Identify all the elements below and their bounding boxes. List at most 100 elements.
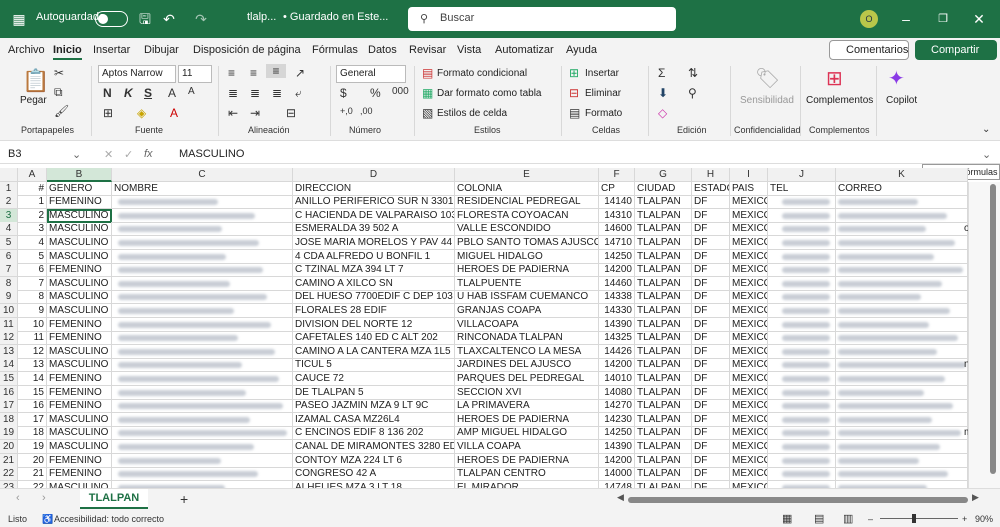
row-number-cell[interactable]: 5 <box>18 249 47 264</box>
name-cell-redacted[interactable] <box>112 304 293 318</box>
state-cell[interactable]: DF <box>692 276 730 291</box>
address-cell[interactable]: CAUCE 72 <box>293 372 455 386</box>
merge-icon[interactable]: ⊟ <box>286 106 296 120</box>
colonia-cell[interactable]: TLALPUENTE <box>455 276 599 291</box>
country-cell[interactable]: MEXICO <box>730 263 768 278</box>
email-cell-redacted[interactable] <box>836 344 968 359</box>
complements-icon[interactable]: ⊞ <box>826 66 843 91</box>
cp-cell[interactable]: 14230 <box>599 412 635 427</box>
colonia-cell[interactable]: HEROES DE PADIERNA <box>455 453 599 468</box>
indent-decrease-icon[interactable]: ⇤ <box>228 106 238 120</box>
city-cell[interactable]: TLALPAN <box>635 399 692 414</box>
delete-button[interactable]: Eliminar <box>585 88 621 99</box>
state-cell[interactable]: DF <box>692 331 730 346</box>
borders-icon[interactable]: ⊞ <box>103 106 113 120</box>
colonia-cell[interactable]: VALLE ESCONDIDO <box>455 222 599 237</box>
thousands-icon[interactable]: 000 <box>392 86 409 97</box>
state-cell[interactable]: DF <box>692 290 730 305</box>
name-cell-redacted[interactable] <box>112 412 293 427</box>
row-header[interactable]: 5 <box>0 236 18 250</box>
city-cell[interactable]: TLALPAN <box>635 344 692 359</box>
header-cell[interactable]: CIUDAD <box>635 181 692 196</box>
page-break-icon[interactable]: ▥ <box>843 512 853 525</box>
row-number-cell[interactable]: 7 <box>18 276 47 291</box>
colonia-cell[interactable]: TLALPAN CENTRO <box>455 467 599 482</box>
avatar[interactable]: O <box>860 10 878 28</box>
row-header[interactable]: 12 <box>0 331 18 346</box>
minimize-icon[interactable]: – <box>895 8 917 30</box>
email-cell-redacted[interactable] <box>836 480 968 488</box>
table-format-button[interactable]: Dar formato como tabla <box>437 88 542 99</box>
city-cell[interactable]: TLALPAN <box>635 358 692 373</box>
country-cell[interactable]: MEXICO <box>730 290 768 305</box>
address-cell[interactable]: PASEO JAZMIN MZA 9 LT 9C <box>293 399 455 414</box>
country-cell[interactable]: MEXICO <box>730 412 768 427</box>
colonia-cell[interactable]: RINCONADA TLALPAN <box>455 331 599 346</box>
phone-cell-redacted[interactable] <box>768 331 836 346</box>
cp-cell[interactable]: 14426 <box>599 344 635 359</box>
copilot-icon[interactable]: ✦ <box>888 66 905 91</box>
increase-decimal-icon[interactable]: +,0 <box>340 106 353 116</box>
country-cell[interactable]: MEXICO <box>730 372 768 386</box>
email-cell-redacted[interactable] <box>836 440 968 454</box>
name-cell-redacted[interactable] <box>112 263 293 278</box>
phone-cell-redacted[interactable] <box>768 344 836 359</box>
row-number-cell[interactable]: 6 <box>18 263 47 278</box>
state-cell[interactable]: DF <box>692 344 730 359</box>
menu-ayuda[interactable]: Ayuda <box>566 44 597 56</box>
row-number-cell[interactable]: 12 <box>18 344 47 359</box>
cp-cell[interactable]: 14080 <box>599 385 635 400</box>
name-cell-redacted[interactable] <box>112 276 293 291</box>
sheet-tab-tlalpan[interactable]: TLALPAN <box>80 489 148 509</box>
state-cell[interactable]: DF <box>692 236 730 250</box>
state-cell[interactable]: DF <box>692 195 730 210</box>
address-cell[interactable]: CAMINO A LA CANTERA MZA 1L5 <box>293 344 455 359</box>
colonia-cell[interactable]: HEROES DE PADIERNA <box>455 412 599 427</box>
menu-automatizar[interactable]: Automatizar <box>495 44 554 56</box>
save-icon[interactable]: 🖫 <box>134 8 156 30</box>
country-cell[interactable]: MEXICO <box>730 426 768 441</box>
country-cell[interactable]: MEXICO <box>730 399 768 414</box>
accessibility-icon[interactable]: ♿ <box>42 514 53 525</box>
header-cell[interactable]: COLONIA <box>455 181 599 196</box>
country-cell[interactable]: MEXICO <box>730 195 768 210</box>
address-cell[interactable]: TICUL 5 <box>293 358 455 373</box>
state-cell[interactable]: DF <box>692 453 730 468</box>
name-cell-redacted[interactable] <box>112 331 293 346</box>
next-sheet-icon[interactable]: › <box>42 492 46 504</box>
country-cell[interactable]: MEXICO <box>730 453 768 468</box>
email-cell-redacted[interactable] <box>836 304 968 318</box>
menu-insertar[interactable]: Insertar <box>93 44 130 56</box>
name-box[interactable]: B3 <box>8 148 21 160</box>
copilot-button[interactable]: Copilot <box>886 95 917 106</box>
state-cell[interactable]: DF <box>692 412 730 427</box>
column-header[interactable]: H <box>692 168 730 182</box>
city-cell[interactable]: TLALPAN <box>635 331 692 346</box>
autosum-icon[interactable]: Σ <box>658 66 665 80</box>
colonia-cell[interactable]: PBLO SANTO TOMAS AJUSCO <box>455 236 599 250</box>
decrease-decimal-icon[interactable]: ,00 <box>360 106 373 116</box>
cp-cell[interactable]: 14250 <box>599 249 635 264</box>
address-cell[interactable]: CAMINO A XILCO SN <box>293 276 455 291</box>
country-cell[interactable]: MEXICO <box>730 236 768 250</box>
address-cell[interactable]: 4 CDA ALFREDO U BONFIL 1 <box>293 249 455 264</box>
address-cell[interactable]: ESMERALDA 39 502 A <box>293 222 455 237</box>
row-header[interactable]: 11 <box>0 317 18 332</box>
colonia-cell[interactable]: JARDINES DEL AJUSCO <box>455 358 599 373</box>
name-cell-redacted[interactable] <box>112 453 293 468</box>
name-cell-redacted[interactable] <box>112 195 293 210</box>
column-header[interactable]: A <box>18 168 47 182</box>
indent-increase-icon[interactable]: ⇥ <box>250 106 260 120</box>
gender-cell[interactable]: FEMENINO <box>47 385 112 400</box>
redo-icon[interactable]: ↷ <box>190 8 212 30</box>
row-header[interactable]: 13 <box>0 344 18 359</box>
state-cell[interactable]: DF <box>692 440 730 454</box>
city-cell[interactable]: TLALPAN <box>635 480 692 488</box>
name-cell-redacted[interactable] <box>112 222 293 237</box>
phone-cell-redacted[interactable] <box>768 208 836 223</box>
state-cell[interactable]: DF <box>692 426 730 441</box>
gender-cell[interactable]: MASCULINO <box>47 412 112 427</box>
cp-cell[interactable]: 14325 <box>599 331 635 346</box>
gender-cell[interactable]: MASCULINO <box>47 290 112 305</box>
row-number-cell[interactable]: 21 <box>18 467 47 482</box>
